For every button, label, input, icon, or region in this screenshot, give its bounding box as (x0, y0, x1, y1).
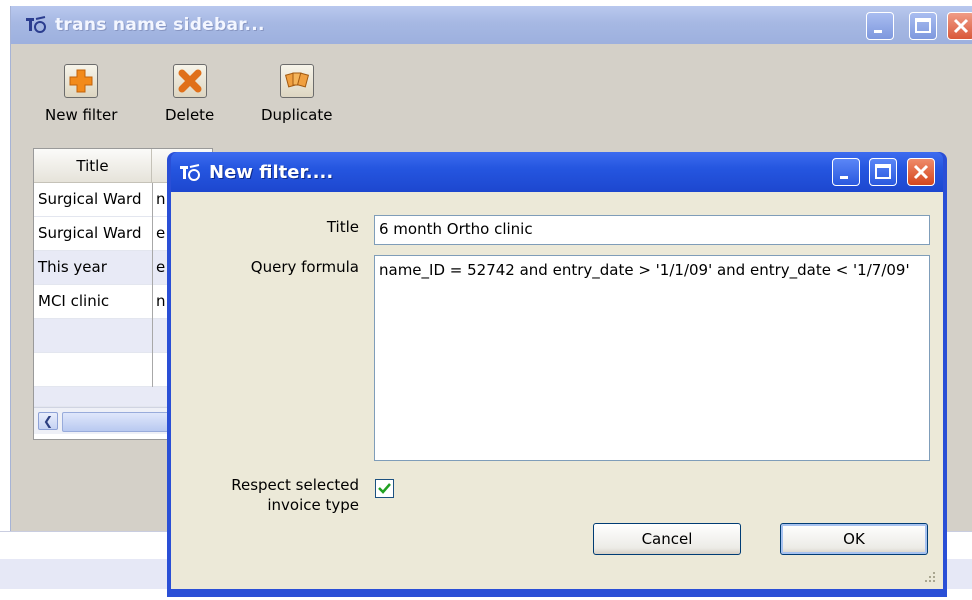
dialog-maximize-button[interactable] (869, 158, 897, 186)
title-field[interactable]: 6 month Ortho clinic (374, 215, 930, 245)
plus-icon (64, 64, 99, 98)
main-title-bar[interactable]: trans name sidebar... (11, 6, 972, 44)
dialog-title-bar[interactable]: New filter.... (171, 152, 943, 192)
dialog-body: Title 6 month Ortho clinic Query formula… (171, 192, 943, 589)
dialog-minimize-button[interactable] (832, 158, 860, 186)
maximize-icon (915, 18, 931, 33)
row-title: Surgical Ward (38, 224, 142, 242)
respect-invoice-type-checkbox[interactable] (375, 479, 394, 498)
dialog-close-button[interactable] (907, 158, 935, 186)
column-separator (152, 285, 153, 319)
column-separator (152, 217, 153, 251)
cancel-button[interactable]: Cancel (593, 523, 741, 555)
close-icon (913, 164, 929, 180)
minimize-icon (840, 176, 848, 179)
row-title: Surgical Ward (38, 190, 142, 208)
title-label: Title (326, 218, 359, 236)
scroll-left-icon[interactable]: ❮ (38, 412, 58, 430)
minimize-button[interactable] (866, 12, 894, 40)
new-filter-button[interactable]: New filter (45, 64, 117, 124)
maximize-button[interactable] (909, 12, 937, 40)
respect-label-line2: invoice type (267, 496, 359, 514)
duplicate-icon (279, 64, 314, 98)
row-second: n (156, 190, 166, 208)
row-title: This year (38, 258, 107, 276)
column-separator (152, 251, 153, 285)
respect-invoice-type-label: Respect selected invoice type (181, 475, 359, 515)
column-separator (152, 319, 153, 353)
query-formula-field[interactable]: name_ID = 52742 and entry_date > '1/1/09… (374, 255, 930, 461)
row-second: e (156, 224, 166, 242)
close-button[interactable] (947, 12, 972, 40)
maximize-icon (875, 164, 891, 179)
respect-label-line1: Respect selected (231, 476, 359, 494)
delete-label: Delete (165, 106, 215, 124)
dialog-title: New filter.... (209, 162, 334, 183)
app-icon (26, 16, 46, 33)
row-second: e (156, 258, 166, 276)
resize-grip-icon[interactable] (923, 570, 937, 584)
duplicate-button[interactable]: Duplicate (261, 64, 332, 124)
duplicate-label: Duplicate (261, 106, 333, 124)
new-filter-label: New filter (45, 106, 118, 124)
minimize-icon (874, 30, 882, 33)
close-icon (953, 18, 969, 34)
checkmark-icon (378, 483, 391, 494)
delete-button[interactable]: Delete (165, 64, 214, 124)
delete-x-icon (172, 64, 207, 98)
main-window-title: trans name sidebar... (55, 15, 265, 35)
column-separator (152, 353, 153, 387)
column-separator (152, 183, 153, 217)
row-second: n (156, 292, 166, 310)
ok-button[interactable]: OK (780, 523, 928, 555)
query-formula-label: Query formula (250, 258, 359, 276)
app-icon (180, 164, 200, 181)
new-filter-dialog: New filter.... Title 6 month Ortho clini… (167, 152, 947, 597)
row-title: MCI clinic (38, 292, 110, 310)
column-header-title[interactable]: Title (34, 149, 152, 183)
